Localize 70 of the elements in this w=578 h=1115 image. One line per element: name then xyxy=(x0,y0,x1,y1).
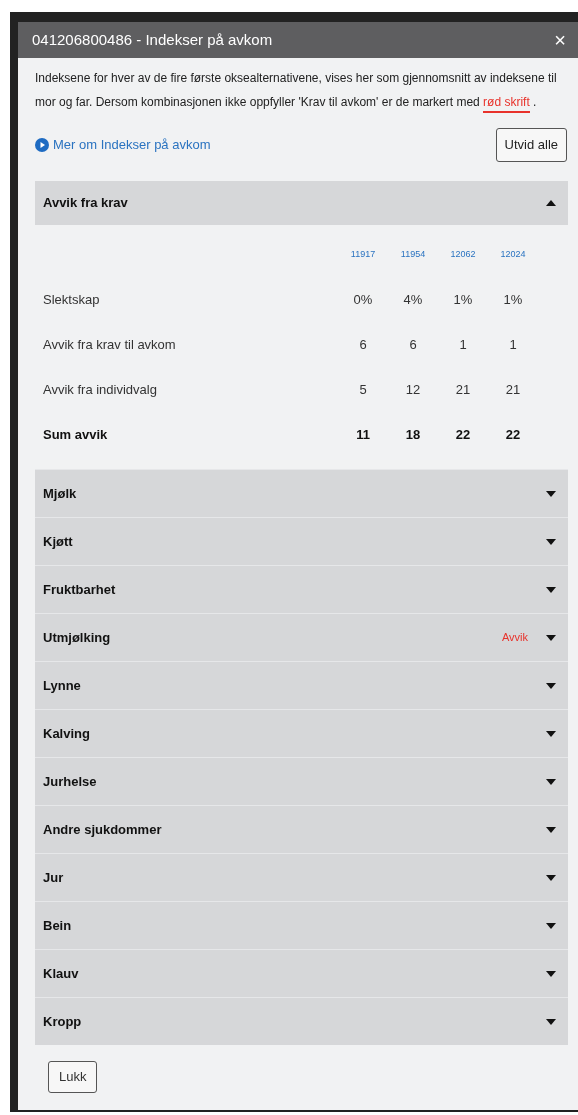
section-header[interactable]: Lynne xyxy=(35,661,568,709)
section-header[interactable]: Jur xyxy=(35,853,568,901)
section-title: Fruktbarhet xyxy=(43,580,117,599)
caret-down-icon[interactable] xyxy=(546,586,556,593)
section-title: Kalving xyxy=(43,724,91,743)
row-label: Slektskap xyxy=(42,290,101,309)
section-title: Jur xyxy=(43,868,65,887)
section-header[interactable]: Avvik fra krav xyxy=(35,181,568,225)
section-header[interactable]: Andre sjukdommer xyxy=(35,805,568,853)
column-header[interactable]: 11917 xyxy=(338,248,388,262)
section-header[interactable]: Utmjølking Avvik xyxy=(35,613,568,661)
table-cell-text: 21 xyxy=(454,380,472,399)
table-cell-text: 18 xyxy=(404,425,422,444)
caret-down-icon[interactable] xyxy=(546,922,556,929)
section-title: Utmjølking xyxy=(43,628,112,647)
section-header[interactable]: Mjølk xyxy=(35,469,568,517)
caret-down-icon[interactable] xyxy=(546,682,556,689)
section-header[interactable]: Kalving xyxy=(35,709,568,757)
caret-down-icon[interactable] xyxy=(546,490,556,497)
row-label: Avvik fra individvalg xyxy=(42,380,158,399)
table-cell-text: 6 xyxy=(408,335,418,354)
table-cell-text: 1 xyxy=(508,335,518,354)
table-cell-text: 1% xyxy=(452,290,474,309)
section-header[interactable]: Jurhelse xyxy=(35,757,568,805)
column-header[interactable]: 12062 xyxy=(438,248,488,262)
caret-down-icon[interactable] xyxy=(546,970,556,977)
section-header[interactable]: Fruktbarhet xyxy=(35,565,568,613)
caret-down-icon[interactable] xyxy=(546,778,556,785)
section-title: Klauv xyxy=(43,964,80,983)
section-title: Kropp xyxy=(43,1012,83,1031)
section-header[interactable]: Kjøtt xyxy=(35,517,568,565)
intro-text: Indeksene for hver av de fire første oksealternativene, vises her som gjennomsnitt av indeksene til mor og far. Dersom kombinasjonen ikke oppfyller 'Krav til avkom' er de markert med rød skrift . xyxy=(35,66,561,114)
section-title: Avvik fra krav xyxy=(43,194,129,213)
table-cell-text: 4% xyxy=(402,290,424,309)
section-header[interactable]: Kropp xyxy=(35,997,568,1045)
caret-down-icon[interactable] xyxy=(546,826,556,833)
section-title: Lynne xyxy=(43,676,82,695)
table-cell-text: 1% xyxy=(502,290,524,309)
table-cell-text: 22 xyxy=(504,425,522,444)
caret-down-icon[interactable] xyxy=(546,1018,556,1025)
section-header[interactable]: Bein xyxy=(35,901,568,949)
table-cell-text: 11 xyxy=(355,425,371,444)
table-cell-text: 6 xyxy=(358,335,368,354)
section-title: Kjøtt xyxy=(43,532,74,551)
table-cell-text: 0% xyxy=(352,290,374,309)
section-title: Jurhelse xyxy=(43,772,98,791)
play-circle-icon xyxy=(35,138,49,152)
caret-down-icon[interactable] xyxy=(546,730,556,737)
table-cell-text: 1 xyxy=(458,335,468,354)
caret-down-icon[interactable] xyxy=(546,634,556,641)
table-cell-text: 22 xyxy=(454,425,472,444)
section-title: Bein xyxy=(43,916,73,935)
caret-up-icon[interactable] xyxy=(546,200,556,206)
section-title: Mjølk xyxy=(43,484,78,503)
table-cell-text: 5 xyxy=(358,380,368,399)
column-header[interactable]: 11954 xyxy=(388,248,438,262)
deviation-label: Avvik xyxy=(501,630,528,646)
column-header[interactable]: 12024 xyxy=(488,248,538,262)
window-title: 041206800486 - Indekser på avkom xyxy=(32,29,273,50)
section-title: Andre sjukdommer xyxy=(43,820,163,839)
row-label: Avvik fra krav til avkom xyxy=(42,335,177,354)
section-header[interactable]: Klauv xyxy=(35,949,568,997)
table-cell-text: 21 xyxy=(504,380,522,399)
table-cell-text: 12 xyxy=(404,380,422,399)
caret-down-icon[interactable] xyxy=(546,538,556,545)
expand-all-button[interactable]: Utvid alle xyxy=(495,128,567,162)
caret-down-icon[interactable] xyxy=(546,874,556,881)
close-dialog-button[interactable]: Lukk xyxy=(48,1061,98,1093)
close-button[interactable]: × xyxy=(554,30,566,50)
row-label: Sum avvik xyxy=(42,425,109,444)
